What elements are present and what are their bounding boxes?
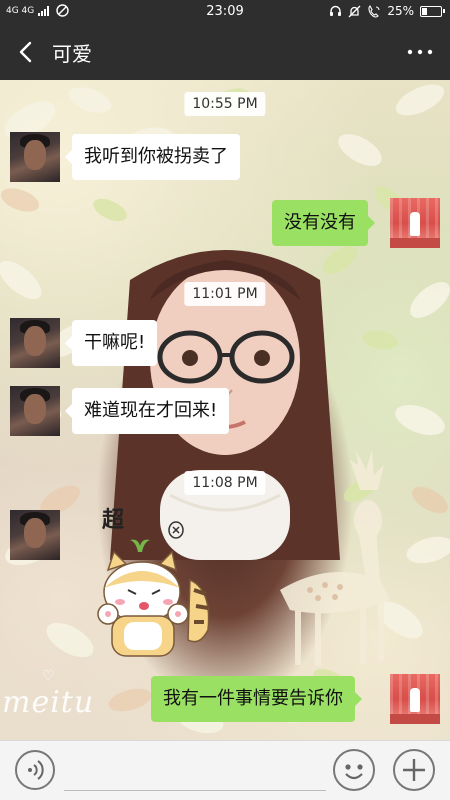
bell-off-icon — [348, 5, 361, 17]
chat-title: 可爱 — [52, 42, 92, 66]
wifi-call-icon — [368, 4, 380, 17]
my-avatar[interactable] — [390, 674, 440, 724]
more-dots-icon[interactable] — [404, 42, 436, 62]
friend-avatar[interactable] — [10, 318, 60, 368]
message-input[interactable] — [64, 751, 326, 791]
battery-percent: 25% — [387, 4, 414, 18]
battery-icon — [420, 5, 445, 17]
timestamp: 11:08 PM — [184, 471, 266, 495]
my-message-bubble[interactable]: 没有没有 — [272, 200, 375, 246]
my-message-bubble[interactable]: 我有一件事情要告诉你 — [151, 676, 362, 722]
battery-fill — [422, 7, 427, 15]
input-bar — [0, 740, 450, 800]
status-right: 25% — [329, 4, 445, 18]
sticker-caption: 超 — [102, 508, 125, 533]
voice-icon — [28, 760, 44, 780]
timestamp: 11:01 PM — [184, 282, 266, 306]
more-functions-button[interactable] — [393, 749, 435, 791]
my-avatar[interactable] — [390, 198, 440, 248]
chat-header: 可爱 — [0, 24, 450, 80]
watermark-meitu: meitu — [2, 685, 95, 720]
status-bar: 4G 4G 23:09 25% — [0, 0, 450, 24]
plus-icon — [403, 759, 425, 781]
chat-area[interactable]: ♡ meitu 10:55 PM 我听到你被拐卖了 没有没有 11:01 PM … — [0, 80, 450, 740]
friend-message-bubble[interactable]: 我听到你被拐卖了 — [65, 134, 240, 180]
deer-illustration — [280, 450, 390, 666]
heart-mark-icon: ♡ — [42, 668, 55, 684]
chevron-left-icon[interactable] — [10, 34, 44, 70]
timestamp: 10:55 PM — [184, 92, 266, 116]
friend-avatar[interactable] — [10, 132, 60, 182]
emoji-icon — [345, 764, 363, 780]
friend-avatar[interactable] — [10, 510, 60, 560]
voice-button[interactable] — [15, 750, 55, 790]
friend-avatar[interactable] — [10, 386, 60, 436]
friend-message-bubble[interactable]: 干嘛呢! — [64, 320, 158, 366]
headset-icon — [330, 5, 342, 16]
emoji-button[interactable] — [333, 749, 375, 791]
friend-message-bubble[interactable]: 难道现在才回来! — [64, 388, 230, 434]
sticker-message[interactable]: 超 — [90, 508, 210, 660]
